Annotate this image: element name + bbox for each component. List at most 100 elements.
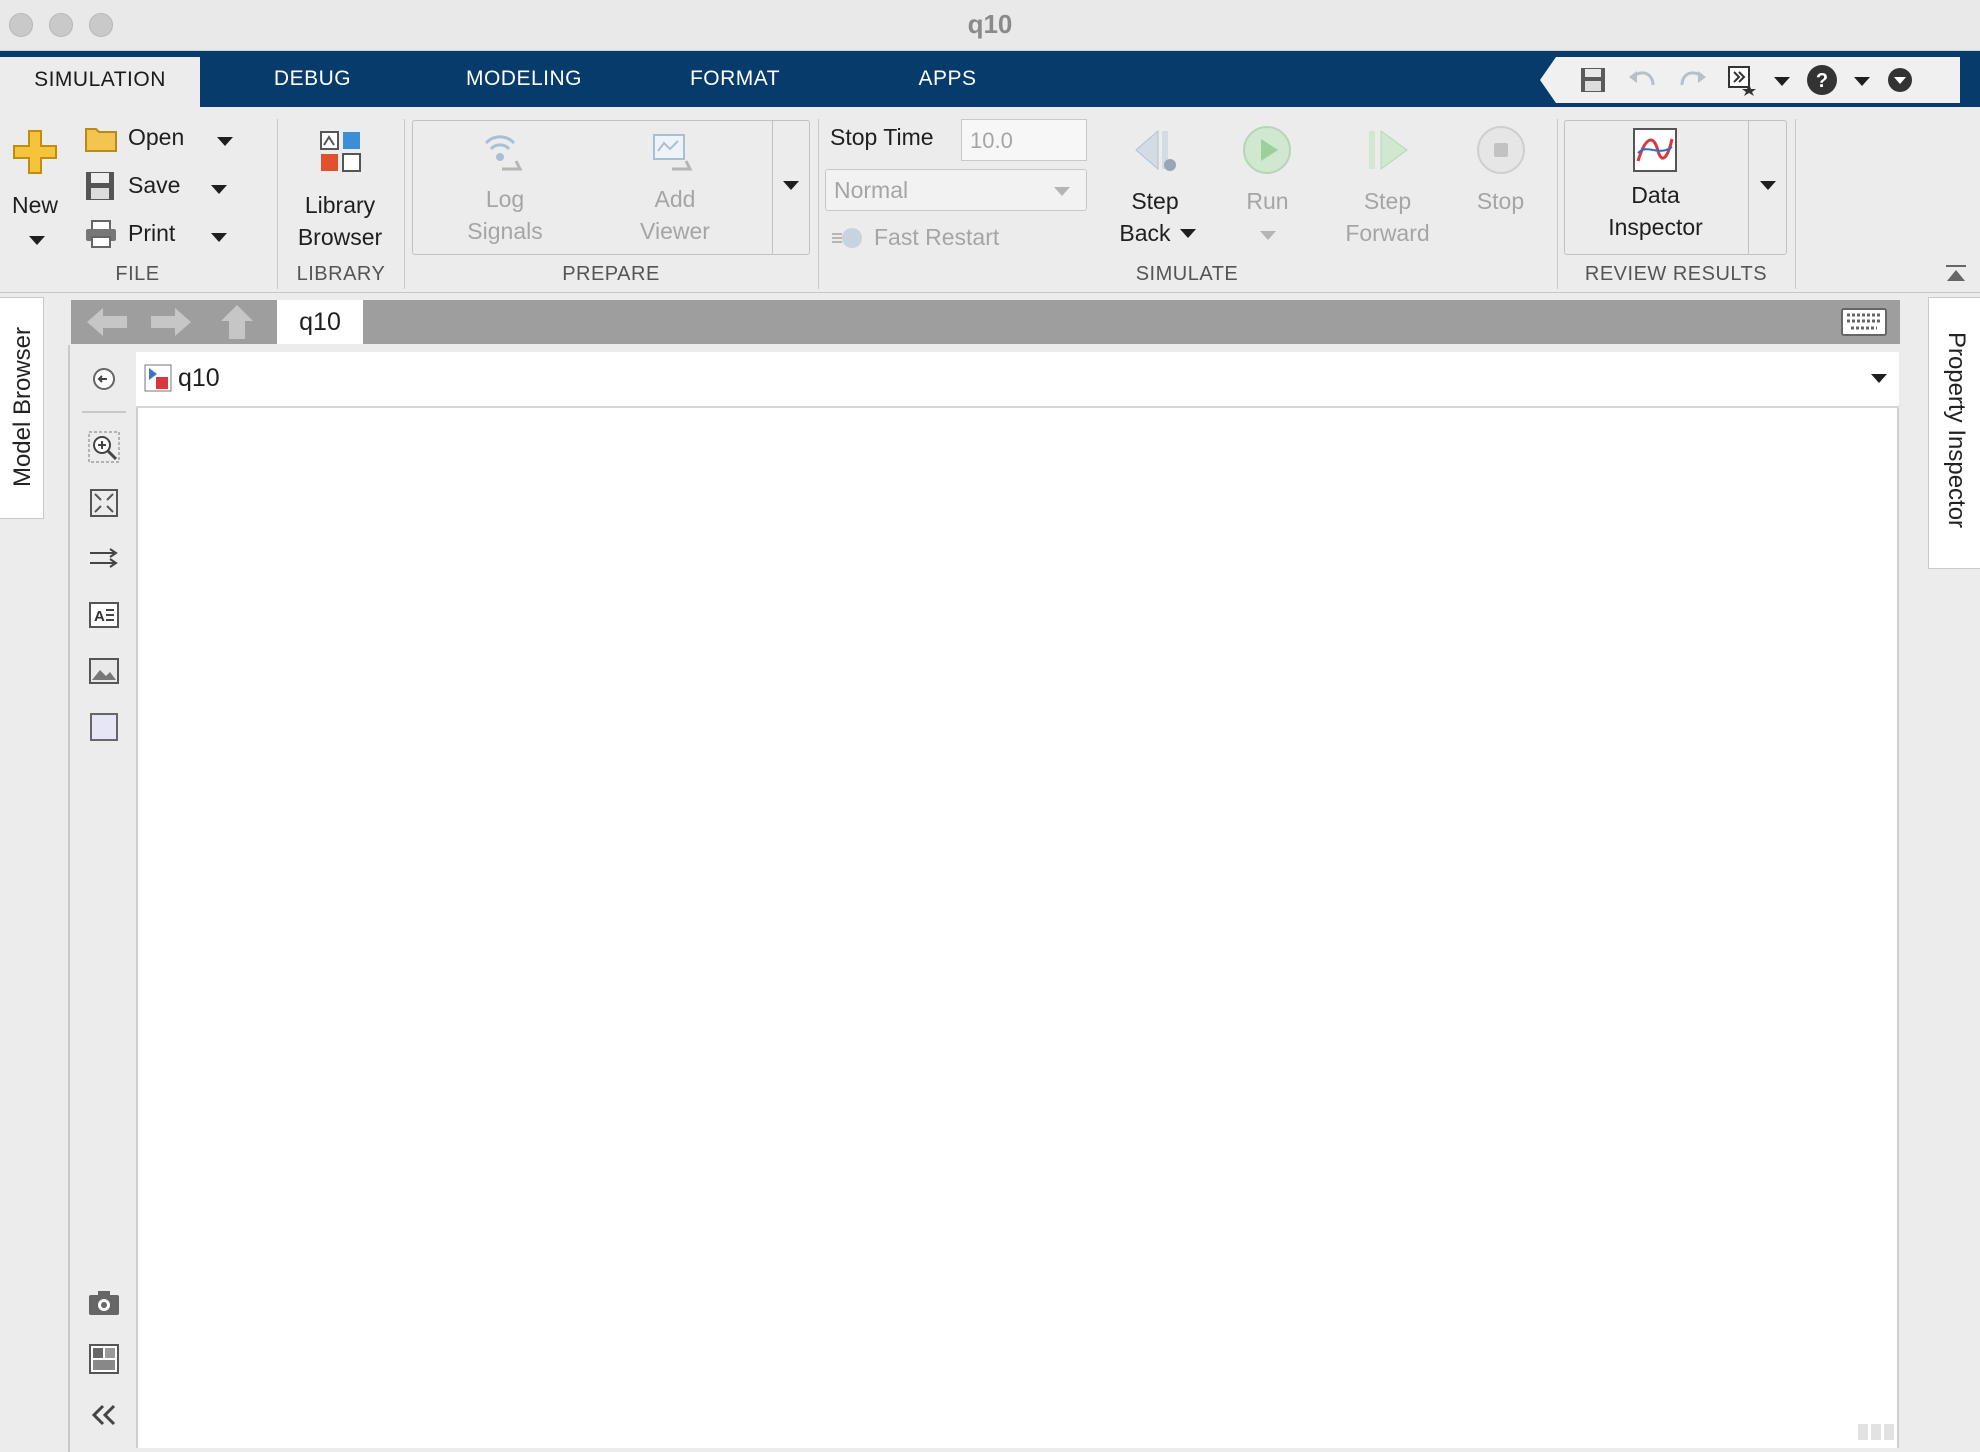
- fast-restart-label: Fast Restart: [874, 224, 1000, 250]
- open-button[interactable]: Open: [80, 119, 240, 159]
- breadcrumb-tab[interactable]: q10: [277, 300, 363, 344]
- open-dropdown-icon[interactable]: [217, 137, 233, 146]
- redo-icon[interactable]: [1676, 65, 1710, 95]
- library-browser-icon: [318, 129, 364, 180]
- add-viewer-label-1: Add: [654, 186, 696, 212]
- section-divider: [1557, 119, 1558, 289]
- log-signals-icon: [480, 131, 530, 182]
- review-gallery-expand-button[interactable]: [1748, 121, 1786, 254]
- stop-time-label: Stop Time: [830, 124, 934, 150]
- chevron-down-icon: [1054, 187, 1070, 196]
- section-divider: [404, 119, 405, 289]
- save-icon[interactable]: [1576, 65, 1610, 95]
- ribbon-tab-strip: SIMULATION DEBUG MODELING FORMAT APPS ?: [0, 51, 1980, 107]
- property-inspector-tab[interactable]: Property Inspector: [1928, 297, 1980, 569]
- run-label: Run: [1246, 188, 1289, 214]
- explorer-bar: q10: [71, 300, 1900, 344]
- simulation-mode-value: Normal: [834, 177, 909, 203]
- run-dropdown-icon[interactable]: [1260, 231, 1276, 240]
- resize-grip-icon[interactable]: [1858, 1424, 1894, 1440]
- step-back-label-1: Step: [1131, 188, 1179, 214]
- save-disk-icon: [84, 170, 116, 207]
- area-icon[interactable]: [88, 711, 120, 743]
- quick-access-toolbar: ?: [1540, 57, 1960, 103]
- block-diagram-palette: A: [68, 345, 136, 1452]
- play-icon: [1242, 125, 1292, 180]
- report-icon[interactable]: [88, 1343, 120, 1375]
- data-inspector-button[interactable]: Data Inspector: [1568, 123, 1743, 253]
- log-signals-label-1: Log: [485, 186, 525, 212]
- tab-modeling[interactable]: MODELING: [440, 51, 608, 107]
- library-browser-label-2: Browser: [297, 224, 383, 250]
- save-dropdown-icon[interactable]: [211, 185, 227, 194]
- tab-simulation[interactable]: SIMULATION: [0, 57, 200, 107]
- hide-show-explorer-icon[interactable]: [88, 363, 120, 395]
- chevron-down-icon: [1760, 181, 1776, 190]
- help-icon[interactable]: ?: [1805, 65, 1839, 95]
- svg-text:A: A: [94, 608, 105, 625]
- model-canvas[interactable]: [136, 408, 1899, 1448]
- stop-time-input[interactable]: 10.0: [961, 119, 1087, 161]
- new-dropdown-icon[interactable]: [29, 236, 45, 245]
- arrange-icon[interactable]: [88, 543, 120, 575]
- folder-icon: [84, 123, 118, 158]
- step-forward-label-2: Forward: [1345, 220, 1430, 246]
- print-dropdown-icon[interactable]: [211, 233, 227, 242]
- section-divider: [818, 119, 819, 289]
- up-arrow-icon[interactable]: [219, 303, 255, 346]
- model-address-bar[interactable]: q10: [136, 352, 1899, 408]
- add-viewer-icon: [650, 131, 700, 182]
- save-label: Save: [128, 172, 181, 198]
- step-back-button[interactable]: Step Back: [1105, 123, 1205, 258]
- model-browser-tab[interactable]: Model Browser: [0, 297, 44, 519]
- minimize-ribbon-icon[interactable]: [1944, 263, 1968, 290]
- stop-icon: [1476, 125, 1526, 180]
- library-browser-button[interactable]: Library Browser: [285, 125, 395, 255]
- log-signals-button[interactable]: Log Signals: [430, 127, 580, 252]
- address-dropdown-icon[interactable]: [1871, 374, 1887, 383]
- step-back-dropdown-icon[interactable]: [1180, 229, 1196, 238]
- annotation-icon[interactable]: A: [88, 599, 120, 631]
- help-dropdown-icon[interactable]: [1854, 77, 1870, 86]
- print-label: Print: [128, 220, 176, 246]
- shortcuts-dropdown-icon[interactable]: [1774, 77, 1790, 86]
- image-icon[interactable]: [88, 655, 120, 687]
- collapse-ribbon-icon[interactable]: [1883, 65, 1917, 95]
- step-forward-button[interactable]: Step Forward: [1330, 123, 1445, 258]
- new-plus-icon: [12, 129, 58, 180]
- back-arrow-icon[interactable]: [85, 306, 129, 343]
- library-browser-label-1: Library: [304, 192, 376, 218]
- new-button[interactable]: New: [0, 125, 70, 250]
- fit-to-view-icon[interactable]: [88, 487, 120, 519]
- fast-restart-toggle[interactable]: Fast Restart: [828, 219, 1088, 259]
- shortcuts-icon[interactable]: [1725, 65, 1759, 96]
- palette-divider: [82, 411, 126, 413]
- stop-button[interactable]: Stop: [1458, 123, 1543, 258]
- data-inspector-icon: [1632, 127, 1678, 178]
- ribbon-toolstrip: New Open Save Print FILE Library Browser…: [0, 107, 1980, 293]
- model-browser-label: Model Browser: [9, 326, 36, 488]
- prepare-gallery-expand-button[interactable]: [772, 121, 809, 254]
- undo-icon[interactable]: [1625, 65, 1659, 95]
- chevron-down-icon: [783, 181, 799, 190]
- step-forward-icon: [1363, 125, 1413, 180]
- double-chevron-left-icon[interactable]: [88, 1399, 120, 1431]
- forward-arrow-icon[interactable]: [149, 306, 193, 343]
- tab-apps[interactable]: APPS: [880, 51, 1015, 107]
- run-button[interactable]: Run: [1225, 123, 1310, 258]
- fast-restart-icon: [830, 225, 866, 256]
- model-name: q10: [178, 364, 220, 392]
- tab-format[interactable]: FORMAT: [660, 51, 810, 107]
- data-inspector-label-1: Data: [1631, 182, 1680, 208]
- tab-debug[interactable]: DEBUG: [230, 51, 395, 107]
- section-divider: [1795, 119, 1796, 289]
- new-label: New: [11, 192, 58, 218]
- library-section-label: LIBRARY: [296, 263, 386, 285]
- keyboard-icon[interactable]: [1841, 308, 1887, 341]
- camera-icon[interactable]: [88, 1287, 120, 1319]
- add-viewer-button[interactable]: Add Viewer: [600, 127, 750, 252]
- log-signals-label-2: Signals: [467, 218, 543, 244]
- zoom-icon[interactable]: [88, 431, 120, 463]
- open-label: Open: [128, 124, 185, 150]
- simulation-mode-select[interactable]: Normal: [825, 169, 1087, 211]
